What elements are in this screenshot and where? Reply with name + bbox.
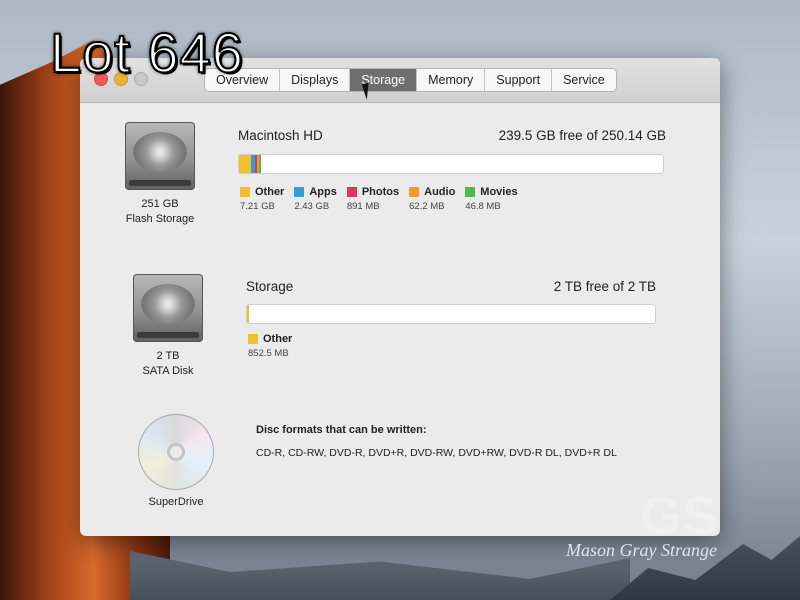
legend-label: Movies bbox=[480, 186, 518, 198]
storage-usage-bar bbox=[246, 304, 656, 324]
storage-legend: Other 852.5 MB bbox=[248, 333, 292, 359]
hard-drive-icon bbox=[133, 274, 203, 342]
legend-audio: Audio 62.2 MB bbox=[409, 186, 455, 212]
watermark-logo: GS bbox=[640, 486, 719, 546]
disc-formats-title: Disc formats that can be written: bbox=[256, 424, 427, 436]
tab-service[interactable]: Service bbox=[552, 69, 616, 91]
drive-name: Macintosh HD bbox=[238, 128, 323, 143]
tab-bar: Overview Displays Storage Memory Support… bbox=[204, 68, 617, 92]
lot-number-overlay: Lot 646 bbox=[49, 20, 244, 85]
legend-size: 852.5 MB bbox=[248, 348, 289, 359]
wallpaper-valley bbox=[130, 551, 630, 600]
drive-name: Storage bbox=[246, 279, 294, 294]
legend-label: Apps bbox=[309, 186, 337, 198]
tab-memory[interactable]: Memory bbox=[417, 69, 486, 91]
legend-label: Other bbox=[263, 333, 293, 345]
swatch-movies bbox=[465, 187, 476, 197]
optical-disc-icon bbox=[138, 414, 214, 490]
legend-other: Other 852.5 MB bbox=[248, 333, 292, 359]
storage-legend: Other 7.21 GB Apps 2.43 GB Photos 891 MB… bbox=[240, 186, 518, 212]
superdrive-label: SuperDrive bbox=[148, 496, 204, 508]
watermark-text: Mason Gray Strange bbox=[566, 540, 717, 560]
swatch-apps bbox=[294, 187, 305, 197]
drive-capacity: 251 GB bbox=[141, 198, 179, 210]
swatch-other bbox=[248, 334, 258, 344]
tab-support[interactable]: Support bbox=[485, 69, 553, 91]
drive-free-space: 239.5 GB free of 250.14 GB bbox=[498, 128, 666, 143]
legend-label: Audio bbox=[424, 186, 456, 198]
legend-label: Photos bbox=[361, 186, 400, 198]
legend-other: Other 7.21 GB bbox=[240, 186, 284, 212]
swatch-audio bbox=[409, 187, 420, 197]
drive-storage[interactable]: 2 TB SATA Disk bbox=[108, 274, 228, 377]
usage-segment-movies bbox=[259, 155, 261, 173]
drive-type: SATA Disk bbox=[142, 365, 194, 377]
usage-segment-other bbox=[239, 155, 251, 173]
tab-storage[interactable]: Storage bbox=[350, 69, 418, 91]
drive-capacity: 2 TB bbox=[156, 350, 180, 362]
storage-usage-bar bbox=[238, 154, 664, 174]
drive-macintosh-hd[interactable]: 251 GB Flash Storage bbox=[100, 122, 220, 225]
swatch-other bbox=[240, 187, 250, 197]
legend-photos: Photos 891 MB bbox=[346, 186, 400, 212]
legend-size: 7.21 GB bbox=[240, 201, 275, 212]
usage-segment-other bbox=[247, 305, 249, 323]
legend-size: 2.43 GB bbox=[294, 201, 330, 212]
swatch-photos bbox=[346, 187, 357, 197]
drive-free-space: 2 TB free of 2 TB bbox=[553, 279, 656, 294]
hard-drive-icon bbox=[125, 122, 195, 190]
legend-size: 46.8 MB bbox=[465, 201, 501, 212]
legend-size: 62.2 MB bbox=[409, 201, 445, 212]
legend-apps: Apps 2.43 GB bbox=[294, 186, 337, 212]
about-this-mac-window: Overview Displays Storage Memory Support… bbox=[80, 58, 720, 536]
legend-label: Other bbox=[255, 186, 285, 198]
disc-formats-list: CD-R, CD-RW, DVD-R, DVD+R, DVD-RW, DVD+R… bbox=[256, 447, 617, 459]
legend-movies: Movies 46.8 MB bbox=[465, 186, 518, 212]
legend-size: 891 MB bbox=[346, 201, 380, 212]
drive-superdrive[interactable]: SuperDrive bbox=[116, 414, 236, 508]
drive-type: Flash Storage bbox=[125, 213, 195, 225]
tab-displays[interactable]: Displays bbox=[280, 69, 351, 91]
